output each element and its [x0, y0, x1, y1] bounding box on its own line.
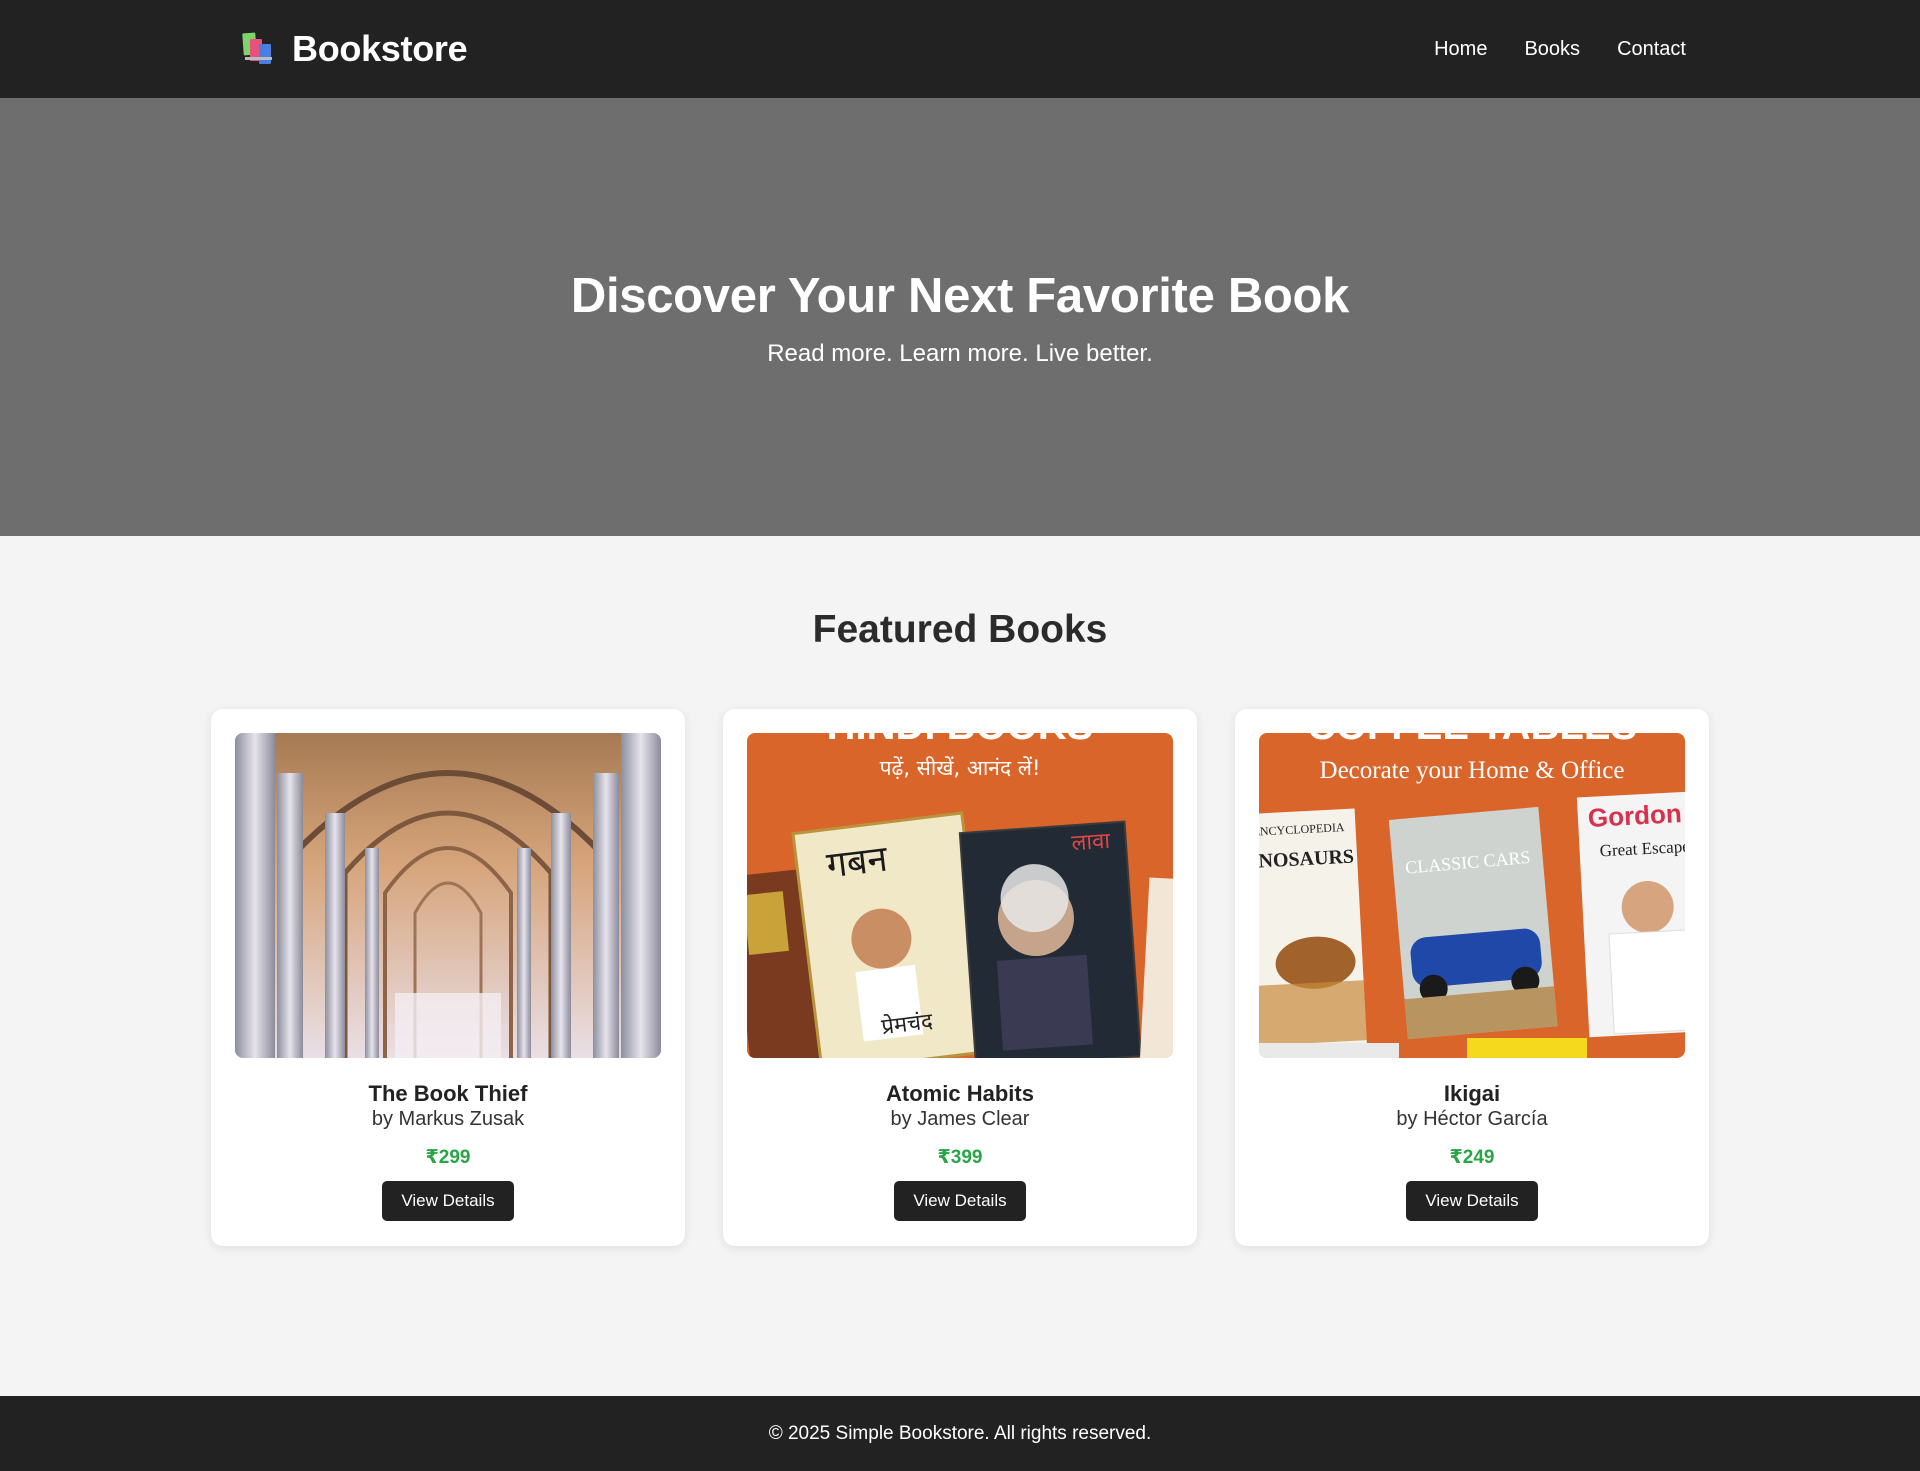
site-header: Bookstore Home Books Contact [0, 0, 1920, 98]
book-cover-image [235, 733, 661, 1058]
banner-tagline: Decorate your Home & Office [1320, 757, 1625, 784]
view-details-button[interactable]: View Details [894, 1181, 1026, 1221]
book-card: HINDI BOOKS पढ़ें, सीखें, आनंद लें! गबन … [723, 709, 1197, 1246]
book-price: ₹399 [937, 1147, 983, 1168]
book-title: Atomic Habits [886, 1081, 1034, 1106]
hero-title: Discover Your Next Favorite Book [570, 269, 1350, 323]
view-details-button[interactable]: View Details [382, 1181, 514, 1221]
hero-banner: Discover Your Next Favorite Book Read mo… [0, 98, 1920, 536]
book-card: The Book Thief by Markus Zusak ₹299 View… [211, 709, 685, 1246]
book-card: COFFEE TABLES Decorate your Home & Offic… [1235, 709, 1709, 1246]
coffee-tables-banner: COFFEE TABLES Decorate your Home & Offic… [1259, 733, 1685, 1058]
nav-books-link[interactable]: Books [1524, 38, 1580, 61]
book-author: by Héctor García [1396, 1108, 1548, 1130]
main-nav: Home Books Contact [1434, 0, 1686, 98]
hero-subtitle: Read more. Learn more. Live better. [767, 340, 1153, 367]
book-author: by Markus Zusak [371, 1108, 525, 1130]
hindi-books-banner: HINDI BOOKS पढ़ें, सीखें, आनंद लें! गबन … [747, 733, 1173, 1058]
banner-tagline: पढ़ें, सीखें, आनंद लें! [880, 756, 1041, 780]
book-title: Ikigai [1443, 1081, 1501, 1106]
book-cover-image: HINDI BOOKS पढ़ें, सीखें, आनंद लें! गबन … [747, 733, 1173, 1058]
book-title: The Book Thief [368, 1081, 528, 1106]
brand-name: Bookstore [292, 28, 468, 69]
book-cover-label: लावा [1071, 829, 1111, 857]
featured-heading: Featured Books [812, 608, 1108, 651]
site-footer: © 2025 Simple Bookstore. All rights rese… [0, 1396, 1920, 1471]
view-details-button[interactable]: View Details [1406, 1181, 1538, 1221]
book-price: ₹249 [1449, 1147, 1495, 1168]
logo[interactable]: Bookstore [240, 0, 468, 98]
banner-heading: COFFEE TABLES [1307, 733, 1637, 748]
books-icon [242, 32, 272, 64]
nav-contact-link[interactable]: Contact [1617, 38, 1686, 61]
book-cover-label: गबन [824, 838, 890, 886]
cathedral-image [235, 733, 661, 1058]
copyright-text: © 2025 Simple Bookstore. All rights rese… [768, 1422, 1152, 1444]
banner-heading: HINDI BOOKS [827, 733, 1094, 748]
book-cover-image: COFFEE TABLES Decorate your Home & Offic… [1259, 733, 1685, 1058]
nav-home-link[interactable]: Home [1434, 38, 1487, 61]
book-price: ₹299 [425, 1147, 471, 1168]
book-author: by James Clear [890, 1108, 1030, 1130]
